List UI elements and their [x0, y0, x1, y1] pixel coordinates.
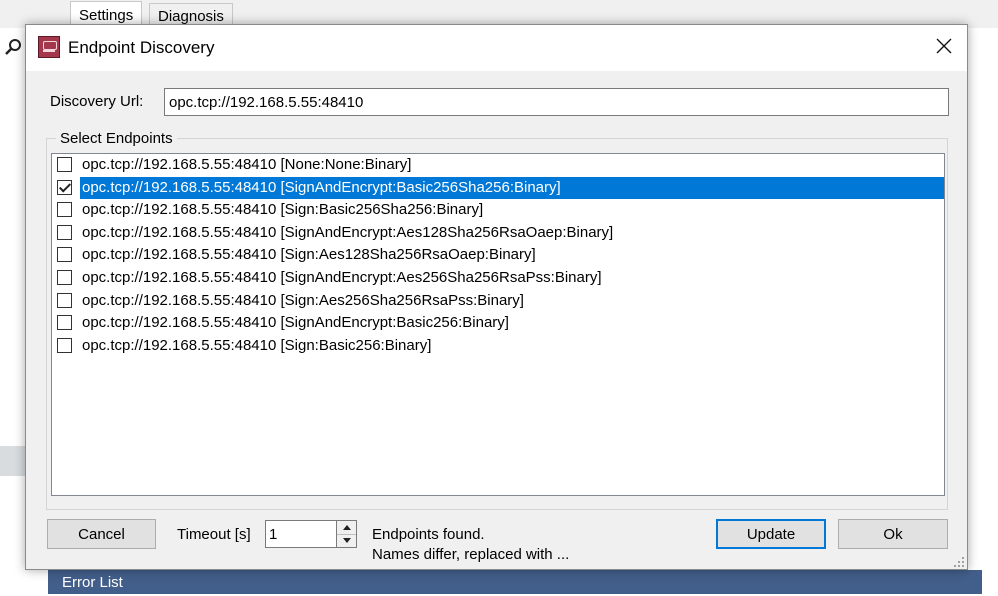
list-item[interactable]: opc.tcp://192.168.5.55:48410 [SignAndEnc… — [52, 222, 944, 245]
endpoint-checkbox[interactable] — [57, 315, 72, 331]
list-item[interactable]: opc.tcp://192.168.5.55:48410 [SignAndEnc… — [52, 267, 944, 290]
arrow-up-icon — [342, 525, 351, 530]
background-left-panel — [0, 28, 28, 594]
endpoint-label: opc.tcp://192.168.5.55:48410 [Sign:Basic… — [82, 201, 484, 219]
spin-up-button[interactable] — [337, 521, 356, 535]
endpoint-label: opc.tcp://192.168.5.55:48410 [SignAndEnc… — [82, 314, 509, 332]
endpoint-checkbox[interactable] — [57, 337, 72, 353]
endpoint-label: opc.tcp://192.168.5.55:48410 [Sign:Aes25… — [82, 291, 524, 309]
discovery-url-input[interactable] — [164, 88, 949, 116]
status-text-found: Endpoints found. — [372, 526, 485, 543]
endpoint-label: opc.tcp://192.168.5.55:48410 [SignAndEnc… — [80, 176, 944, 199]
spin-down-button[interactable] — [337, 534, 356, 547]
endpoint-checkbox[interactable] — [57, 157, 72, 172]
list-item[interactable]: opc.tcp://192.168.5.55:48410 [Sign:Aes25… — [52, 290, 944, 313]
discovery-url-label: Discovery Url: — [50, 93, 144, 110]
resize-grip-icon[interactable] — [953, 555, 965, 567]
list-item[interactable]: opc.tcp://192.168.5.55:48410 [Sign:Basic… — [52, 199, 944, 222]
endpoint-checkbox[interactable] — [57, 179, 72, 195]
endpoint-label: opc.tcp://192.168.5.55:48410 [SignAndEnc… — [82, 223, 614, 241]
timeout-input[interactable] — [265, 520, 337, 548]
endpoint-checkbox[interactable] — [57, 224, 72, 240]
app-icon — [38, 36, 60, 58]
error-list-tab[interactable]: Error List — [48, 570, 982, 594]
close-icon — [936, 38, 952, 58]
endpoint-label: opc.tcp://192.168.5.55:48410 [None:None:… — [82, 156, 412, 173]
endpoint-label: opc.tcp://192.168.5.55:48410 [Sign:Basic… — [82, 336, 432, 354]
list-item[interactable]: opc.tcp://192.168.5.55:48410 [SignAndEnc… — [52, 176, 944, 200]
endpoint-discovery-dialog: Endpoint Discovery Discovery Url: Select… — [25, 24, 968, 570]
timeout-stepper — [337, 520, 357, 548]
endpoint-checkbox[interactable] — [57, 247, 72, 263]
endpoint-checkbox[interactable] — [57, 269, 72, 285]
select-endpoints-label: Select Endpoints — [56, 130, 177, 147]
endpoint-label: opc.tcp://192.168.5.55:48410 [SignAndEnc… — [82, 268, 602, 286]
background-right-edge — [966, 28, 998, 594]
update-button[interactable]: Update — [716, 519, 826, 549]
list-item[interactable]: opc.tcp://192.168.5.55:48410 [Sign:Basic… — [52, 335, 944, 358]
cancel-button[interactable]: Cancel — [47, 519, 156, 549]
dialog-titlebar: Endpoint Discovery — [26, 25, 967, 71]
arrow-down-icon — [342, 538, 351, 543]
endpoints-list[interactable]: opc.tcp://192.168.5.55:48410 [None:None:… — [51, 153, 945, 496]
endpoint-label: opc.tcp://192.168.5.55:48410 [Sign:Aes12… — [82, 246, 536, 264]
status-text-names: Names differ, replaced with ... — [372, 546, 570, 563]
list-item[interactable]: opc.tcp://192.168.5.55:48410 [SignAndEnc… — [52, 312, 944, 335]
dialog-title: Endpoint Discovery — [68, 38, 215, 57]
list-item[interactable]: opc.tcp://192.168.5.55:48410 [Sign:Aes12… — [52, 244, 944, 267]
search-icon[interactable] — [4, 38, 22, 60]
endpoint-checkbox[interactable] — [57, 202, 72, 218]
endpoint-checkbox[interactable] — [57, 292, 72, 308]
close-button[interactable] — [921, 25, 967, 71]
background-left-band — [0, 446, 26, 476]
ok-button[interactable]: Ok — [838, 519, 948, 549]
list-item[interactable]: opc.tcp://192.168.5.55:48410 [None:None:… — [52, 154, 944, 177]
timeout-label: Timeout [s] — [177, 526, 251, 543]
